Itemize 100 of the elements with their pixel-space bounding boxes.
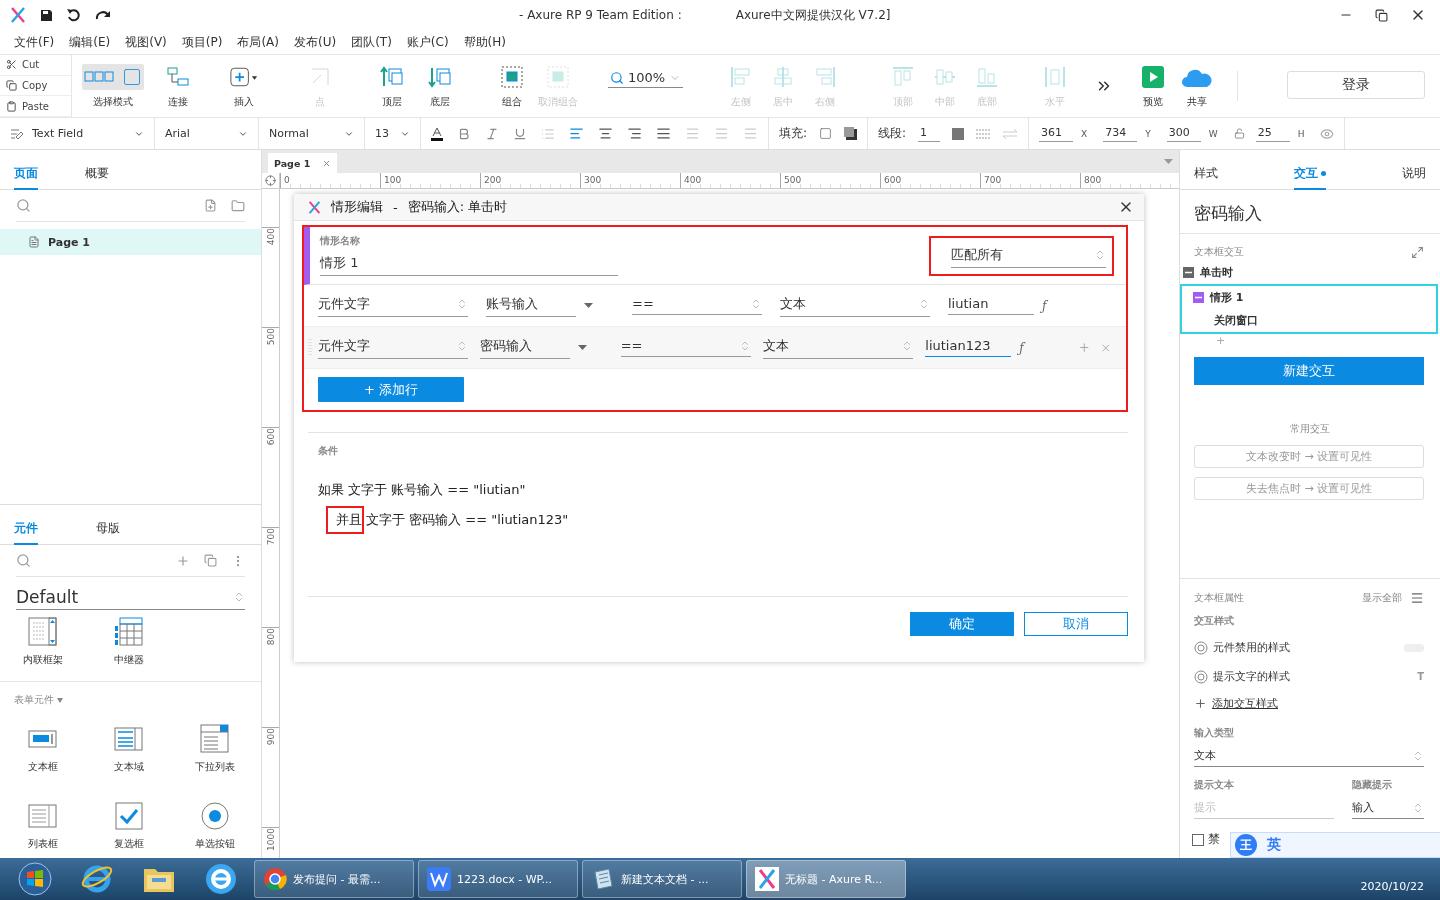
page-item[interactable]: Page 1 xyxy=(0,229,261,255)
add-row-button[interactable]: + 添加行 xyxy=(318,377,464,402)
zoom-dropdown[interactable]: 100% xyxy=(608,70,684,88)
widget-item[interactable]: 文本框 xyxy=(0,723,86,774)
value-field[interactable]: liutian123 xyxy=(925,338,1012,357)
panel-tab[interactable]: 概要 xyxy=(84,165,131,190)
checkbox[interactable] xyxy=(1192,833,1204,846)
widget-item[interactable]: 列表框 xyxy=(0,800,86,851)
taskbar-button[interactable]: 1223.docx - WP... xyxy=(418,860,578,898)
toolbar-button[interactable]: 插入 xyxy=(224,59,264,113)
fill-color-icon[interactable] xyxy=(819,127,833,140)
menu-item[interactable]: 布局(A) xyxy=(237,33,279,51)
login-button[interactable]: 登录 xyxy=(1287,71,1425,99)
input-type-dropdown[interactable]: 文本 xyxy=(1194,744,1424,767)
collapse-icon[interactable] xyxy=(1193,292,1204,303)
caret-icon[interactable] xyxy=(584,303,593,308)
font-size-dropdown[interactable]: 13 xyxy=(375,127,410,140)
lock-icon[interactable] xyxy=(1233,128,1245,139)
case-item[interactable]: 情形 1 关闭窗口 xyxy=(1180,284,1438,334)
search-icon[interactable] xyxy=(16,553,31,568)
align-center-icon[interactable] xyxy=(598,126,613,141)
underline-icon[interactable] xyxy=(513,126,527,141)
value-type-dropdown[interactable]: 文本 xyxy=(780,294,930,317)
widget-item[interactable]: 下拉列表 xyxy=(172,723,258,774)
line-color-icon[interactable] xyxy=(952,127,965,140)
add-style-link[interactable]: 添加交互样式 xyxy=(1212,696,1278,711)
panel-tab[interactable]: 交互 xyxy=(1294,165,1326,190)
operator-dropdown[interactable]: == xyxy=(620,338,751,357)
panel-tab[interactable]: 页面 xyxy=(14,165,38,190)
font-style-dropdown[interactable]: Normal xyxy=(269,127,354,140)
panel-tab[interactable]: 样式 xyxy=(1194,165,1218,190)
widget-item[interactable]: 中继器 xyxy=(86,616,172,667)
widget-item[interactable]: 文本域 xyxy=(86,723,172,774)
operator-dropdown[interactable]: == xyxy=(632,296,762,315)
event-item[interactable]: 单击时 xyxy=(1180,259,1440,280)
ime-mode[interactable]: 英 xyxy=(1267,836,1281,854)
menu-item[interactable]: 账户(C) xyxy=(406,33,449,51)
position-field[interactable]: 361 xyxy=(1039,125,1074,142)
toolbar-button[interactable]: 连接 xyxy=(158,59,198,113)
widget-dropdown[interactable]: 密码输入 xyxy=(479,336,570,359)
position-field[interactable]: 25 xyxy=(1255,125,1290,142)
value-field[interactable]: liutian xyxy=(948,296,1034,315)
function-icon[interactable]: ƒ xyxy=(1042,298,1047,313)
widget-item[interactable]: 复选框 xyxy=(86,800,172,851)
restore-icon[interactable] xyxy=(1375,8,1388,22)
save-icon[interactable] xyxy=(40,8,53,22)
target-icon[interactable] xyxy=(1194,669,1208,684)
library-dropdown[interactable]: Default xyxy=(16,585,245,610)
panel-tab[interactable]: 说明 xyxy=(1402,165,1426,190)
font-dropdown[interactable]: Arial xyxy=(165,127,248,140)
search-icon[interactable] xyxy=(16,198,31,213)
match-dropdown[interactable]: 匹配所有 xyxy=(951,245,1106,268)
widget-type-dropdown[interactable]: Text Field xyxy=(10,127,144,140)
caret-icon[interactable] xyxy=(577,345,587,350)
document-tab[interactable]: Page 1 xyxy=(268,153,338,173)
menu-item[interactable]: 编辑(E) xyxy=(69,33,111,51)
taskbar-button[interactable]: 新建文本文档 - ... xyxy=(582,860,742,898)
value-type-dropdown[interactable]: 文本 xyxy=(763,336,914,359)
menu-item[interactable]: 发布(U) xyxy=(294,33,337,51)
hide-hint-dropdown[interactable]: 输入 xyxy=(1352,796,1424,819)
popout-icon[interactable] xyxy=(1411,246,1424,259)
ok-button[interactable]: 确定 xyxy=(910,612,1014,636)
undo-icon[interactable] xyxy=(67,8,81,22)
function-icon[interactable]: ƒ xyxy=(1019,340,1024,355)
bold-icon[interactable] xyxy=(457,126,471,141)
text-color-icon[interactable] xyxy=(431,126,443,141)
source-dropdown[interactable]: 元件文字 xyxy=(318,294,468,317)
collapse-icon[interactable] xyxy=(1183,267,1194,278)
taskbar-button[interactable]: 发布提问 - 最需... xyxy=(254,860,414,898)
delete-icon[interactable] xyxy=(1100,341,1112,354)
new-interaction-button[interactable]: 新建交互 xyxy=(1194,357,1424,385)
widget-item[interactable]: 内联框架 xyxy=(0,616,86,667)
line-width-field[interactable]: 1 xyxy=(918,125,941,142)
target-icon[interactable] xyxy=(1194,640,1208,655)
panel-tab[interactable]: 母版 xyxy=(95,520,120,545)
add-folder-icon[interactable] xyxy=(231,198,245,213)
toolbar-button[interactable]: 组合 xyxy=(492,59,532,113)
case-name-field[interactable]: 情形 1 xyxy=(320,254,618,276)
menu-item[interactable]: 文件(F) xyxy=(14,33,55,51)
cancel-button[interactable]: 取消 xyxy=(1024,612,1128,636)
browser-e-icon[interactable] xyxy=(204,862,238,896)
tab-menu-icon[interactable] xyxy=(1164,159,1173,164)
panel-tab[interactable]: 元件 xyxy=(14,520,38,545)
show-all-link[interactable]: 显示全部 xyxy=(1362,591,1402,605)
menu-item[interactable]: 团队(T) xyxy=(351,33,392,51)
menu-icon[interactable] xyxy=(1410,591,1424,605)
align-left-icon[interactable] xyxy=(569,126,584,141)
menu-item[interactable]: 项目(P) xyxy=(181,33,223,51)
library-manage-icon[interactable] xyxy=(204,554,217,567)
position-field[interactable]: 300 xyxy=(1166,125,1201,142)
play-icon[interactable] xyxy=(1142,65,1165,88)
visibility-icon[interactable] xyxy=(1320,126,1335,141)
add-page-icon[interactable] xyxy=(204,199,217,212)
toolbar-button[interactable]: 共享 xyxy=(1177,59,1218,113)
position-field[interactable]: 734 xyxy=(1103,125,1138,142)
shadow-icon[interactable] xyxy=(844,127,858,140)
widget-item[interactable]: 单选按钮 xyxy=(172,800,258,851)
add-icon[interactable] xyxy=(1194,697,1207,710)
redo-icon[interactable] xyxy=(95,9,111,21)
italic-icon[interactable] xyxy=(485,126,499,141)
